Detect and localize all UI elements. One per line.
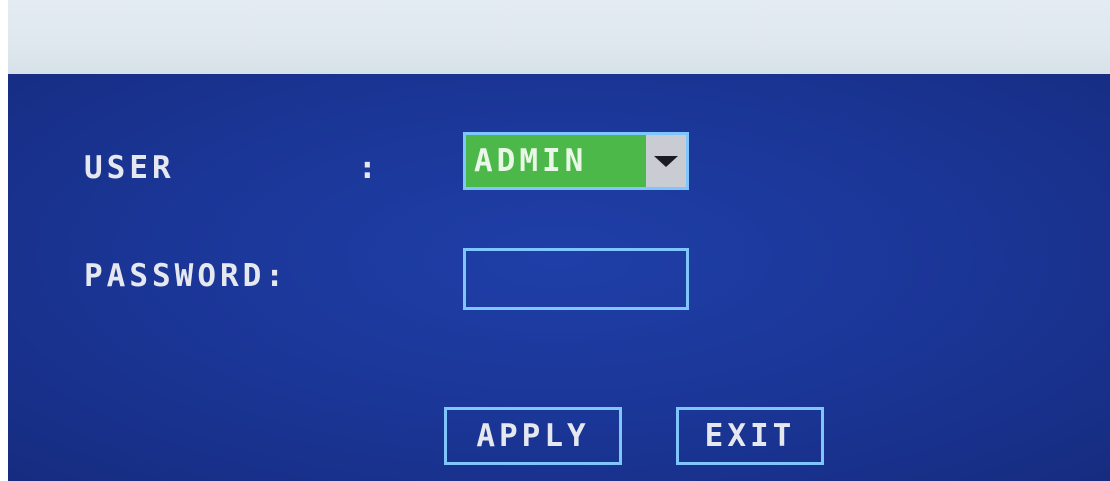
screen: USER : ADMIN PASSWORD: APPLY EXIT xyxy=(0,0,1110,481)
password-label: PASSWORD: xyxy=(84,258,288,294)
password-field[interactable] xyxy=(463,248,689,310)
apply-button[interactable]: APPLY xyxy=(444,407,622,465)
chevron-down-icon xyxy=(654,155,678,167)
dropdown-button[interactable] xyxy=(646,135,686,187)
login-panel: USER : ADMIN PASSWORD: APPLY EXIT xyxy=(8,74,1110,481)
user-select-value: ADMIN xyxy=(474,142,588,179)
title-bar xyxy=(8,0,1110,74)
user-colon: : xyxy=(358,150,381,186)
user-select[interactable]: ADMIN xyxy=(463,132,689,190)
exit-button[interactable]: EXIT xyxy=(676,407,824,465)
user-label: USER xyxy=(84,150,175,186)
